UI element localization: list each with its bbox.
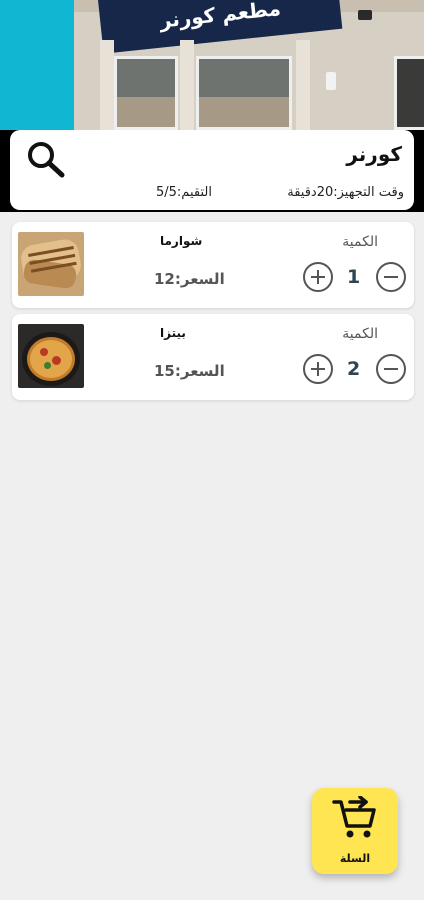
quantity-value: 2 (347, 358, 361, 380)
minus-circle-icon[interactable] (376, 354, 406, 384)
menu-item-card: بيتزا السعر:15 الكمية 2 (12, 314, 414, 400)
shawarma-image (18, 232, 84, 296)
rating: التقيم:5/5 (156, 185, 212, 200)
search-icon[interactable] (26, 140, 66, 178)
plus-circle-icon[interactable] (303, 262, 333, 292)
item-name: بيتزا (160, 326, 186, 340)
item-price: السعر:15 (154, 362, 225, 380)
prep-time: وقت التجهيز:20دقيقة (287, 185, 404, 200)
quantity-label: الكمية (342, 234, 378, 250)
minus-circle-icon[interactable] (376, 262, 406, 292)
quantity-value: 1 (347, 266, 361, 288)
restaurant-name: كورنر (346, 142, 402, 166)
item-name: شوارما (160, 234, 203, 248)
plus-circle-icon[interactable] (303, 354, 333, 384)
pizza-image (18, 324, 84, 388)
menu-item-card: شوارما السعر:12 الكمية 1 (12, 222, 414, 308)
cart-label: السلة (339, 852, 371, 865)
item-price: السعر:12 (154, 270, 225, 288)
restaurant-info-card: كورنر وقت التجهيز:20دقيقة التقيم:5/5 (10, 130, 414, 210)
cart-button[interactable]: السلة (312, 788, 398, 874)
quantity-label: الكمية (342, 326, 378, 342)
storefront: مطعم كورنر (74, 0, 424, 130)
cart-arrow-icon (332, 796, 376, 838)
